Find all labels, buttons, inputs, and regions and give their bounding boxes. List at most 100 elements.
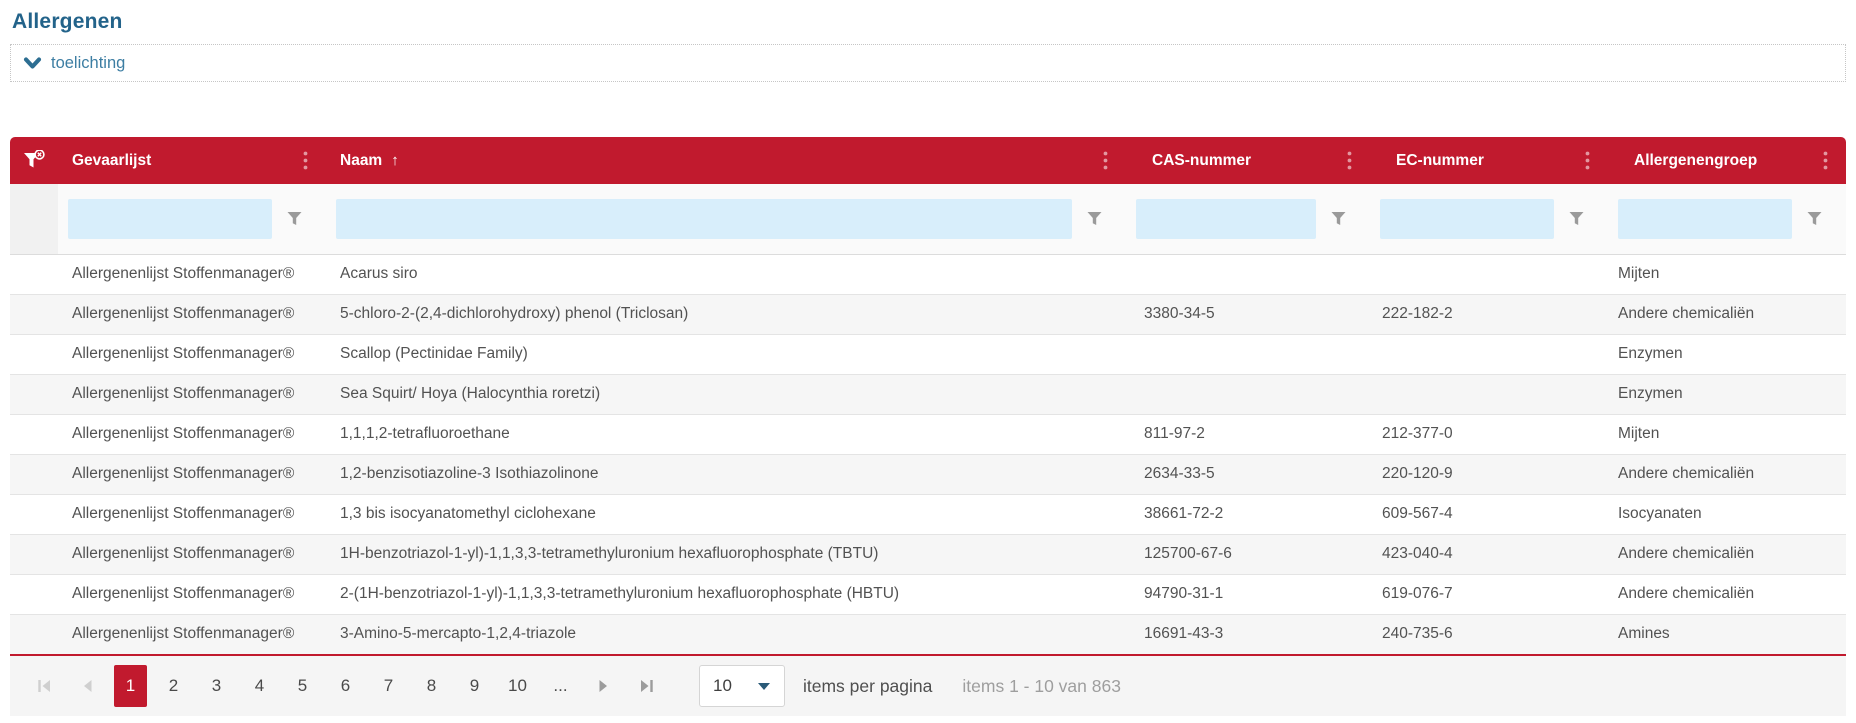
pager-page-8[interactable]: 8 (415, 665, 448, 707)
column-label: EC-nummer (1396, 152, 1484, 170)
filter-button-naam[interactable] (1074, 199, 1114, 239)
column-header-gevaarlijst[interactable]: Gevaarlijst (58, 137, 326, 184)
cell-naam: Acarus siro (326, 254, 1126, 294)
cell-spacer (10, 454, 58, 494)
page-size-select[interactable]: 10 (699, 665, 785, 707)
cell-cas (1126, 374, 1370, 414)
cell-naam: 1,1,1,2-tetrafluoroethane (326, 414, 1126, 454)
filter-button-cas[interactable] (1318, 199, 1358, 239)
column-menu-icon[interactable] (1103, 151, 1108, 170)
pager-ellipsis[interactable]: ... (544, 665, 577, 707)
table-row[interactable]: Allergenenlijst Stoffenmanager®3-Amino-5… (10, 614, 1846, 654)
cell-cas: 125700-67-6 (1126, 534, 1370, 574)
cell-spacer (10, 494, 58, 534)
page-size-value: 10 (713, 676, 732, 696)
cell-cas: 811-97-2 (1126, 414, 1370, 454)
column-header-allergenengroep[interactable]: Allergenengroep (1608, 137, 1846, 184)
cell-groep: Enzymen (1608, 374, 1846, 414)
filter-button-gevaarlijst[interactable] (274, 199, 314, 239)
table-row[interactable]: Allergenenlijst Stoffenmanager®2-(1H-ben… (10, 574, 1846, 614)
last-page-icon (640, 679, 653, 693)
items-per-page-label: items per pagina (803, 676, 932, 697)
column-menu-icon[interactable] (303, 151, 308, 170)
cell-naam: 2-(1H-benzotriazol-1-yl)-1,1,3,3-tetrame… (326, 574, 1126, 614)
pager-page-5[interactable]: 5 (286, 665, 319, 707)
table-row[interactable]: Allergenenlijst Stoffenmanager®1,1,1,2-t… (10, 414, 1846, 454)
column-header-naam[interactable]: Naam ↑ (326, 137, 1126, 184)
chevron-down-icon (757, 676, 771, 696)
cell-ec (1370, 374, 1608, 414)
cell-ec (1370, 334, 1608, 374)
cell-spacer (10, 574, 58, 614)
cell-gevaarlijst: Allergenenlijst Stoffenmanager® (58, 334, 326, 374)
cell-naam: 3-Amino-5-mercapto-1,2,4-triazole (326, 614, 1126, 654)
previous-page-button[interactable] (71, 665, 104, 707)
cell-cas (1126, 254, 1370, 294)
cell-naam: Sea Squirt/ Hoya (Halocynthia roretzi) (326, 374, 1126, 414)
chevron-down-icon (23, 57, 42, 70)
cell-naam: 5-chloro-2-(2,4-dichlorohydroxy) phenol … (326, 294, 1126, 334)
cell-groep: Andere chemicaliën (1608, 294, 1846, 334)
next-page-button[interactable] (587, 665, 620, 707)
column-menu-icon[interactable] (1585, 151, 1590, 170)
column-menu-icon[interactable] (1347, 151, 1352, 170)
cell-cas: 2634-33-5 (1126, 454, 1370, 494)
cell-gevaarlijst: Allergenenlijst Stoffenmanager® (58, 574, 326, 614)
column-menu-icon[interactable] (1823, 151, 1828, 170)
filter-button-ec[interactable] (1556, 199, 1596, 239)
table-row[interactable]: Allergenenlijst Stoffenmanager®5-chloro-… (10, 294, 1846, 334)
cell-ec: 423-040-4 (1370, 534, 1608, 574)
cell-groep: Andere chemicaliën (1608, 534, 1846, 574)
cell-naam: Scallop (Pectinidae Family) (326, 334, 1126, 374)
filter-button-allergenengroep[interactable] (1794, 199, 1834, 239)
pager-page-6[interactable]: 6 (329, 665, 362, 707)
cell-cas (1126, 334, 1370, 374)
cell-spacer (10, 414, 58, 454)
cell-groep: Isocyanaten (1608, 494, 1846, 534)
pager-page-3[interactable]: 3 (200, 665, 233, 707)
last-page-button[interactable] (630, 665, 663, 707)
cell-groep: Andere chemicaliën (1608, 574, 1846, 614)
cell-naam: 1H-benzotriazol-1-yl)-1,1,3,3-tetramethy… (326, 534, 1126, 574)
pager-page-4[interactable]: 4 (243, 665, 276, 707)
cell-groep: Amines (1608, 614, 1846, 654)
column-header-ec[interactable]: EC-nummer (1370, 137, 1608, 184)
pager-page-1[interactable]: 1 (114, 665, 147, 707)
pager-page-2[interactable]: 2 (157, 665, 190, 707)
column-label: Allergenengroep (1634, 152, 1757, 170)
filter-input-allergenengroep[interactable] (1618, 199, 1792, 239)
toelichting-toggle[interactable]: toelichting (10, 44, 1846, 82)
filter-input-cas[interactable] (1136, 199, 1316, 239)
column-label: Naam (340, 152, 382, 170)
filter-input-ec[interactable] (1380, 199, 1554, 239)
cell-cas: 16691-43-3 (1126, 614, 1370, 654)
table-row[interactable]: Allergenenlijst Stoffenmanager®Scallop (… (10, 334, 1846, 374)
allergens-grid: Gevaarlijst Naam ↑ (10, 137, 1846, 656)
grid-header-row: Gevaarlijst Naam ↑ (10, 137, 1846, 184)
table-row[interactable]: Allergenenlijst Stoffenmanager®1,3 bis i… (10, 494, 1846, 534)
column-label: CAS-nummer (1152, 152, 1251, 170)
cell-cas: 94790-31-1 (1126, 574, 1370, 614)
first-page-button[interactable] (28, 665, 61, 707)
cell-gevaarlijst: Allergenenlijst Stoffenmanager® (58, 534, 326, 574)
clear-filters-button[interactable] (10, 137, 58, 184)
table-row[interactable]: Allergenenlijst Stoffenmanager®1H-benzot… (10, 534, 1846, 574)
pager-page-10[interactable]: 10 (501, 665, 534, 707)
filter-input-gevaarlijst[interactable] (68, 199, 272, 239)
pager-page-7[interactable]: 7 (372, 665, 405, 707)
cell-gevaarlijst: Allergenenlijst Stoffenmanager® (58, 414, 326, 454)
header-cell-clear (10, 137, 58, 184)
previous-page-icon (83, 679, 92, 693)
cell-spacer (10, 294, 58, 334)
cell-ec: 220-120-9 (1370, 454, 1608, 494)
table-row[interactable]: Allergenenlijst Stoffenmanager®Acarus si… (10, 254, 1846, 294)
funnel-icon (1569, 211, 1584, 226)
column-header-cas[interactable]: CAS-nummer (1126, 137, 1370, 184)
cell-ec: 619-076-7 (1370, 574, 1608, 614)
table-row[interactable]: Allergenenlijst Stoffenmanager®Sea Squir… (10, 374, 1846, 414)
next-page-icon (599, 679, 608, 693)
table-row[interactable]: Allergenenlijst Stoffenmanager®1,2-benzi… (10, 454, 1846, 494)
filter-input-naam[interactable] (336, 199, 1072, 239)
cell-naam: 1,2-benzisotiazoline-3 Isothiazolinone (326, 454, 1126, 494)
pager-page-9[interactable]: 9 (458, 665, 491, 707)
